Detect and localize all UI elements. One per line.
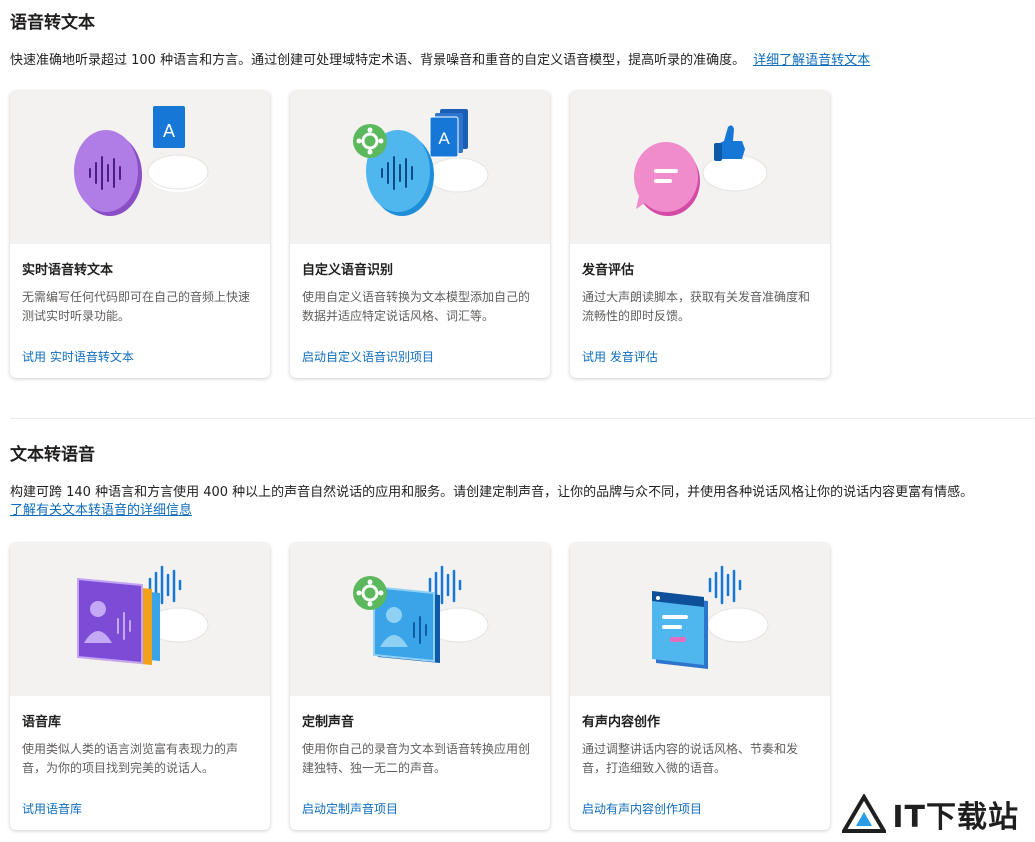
section-title: 语音转文本 (10, 13, 95, 33)
card-image (290, 543, 550, 696)
card-link[interactable]: 启动定制声音项目 (302, 800, 398, 817)
card-link[interactable]: 试用 实时语音转文本 (22, 348, 134, 365)
voice-gallery-icon (77, 565, 209, 665)
section-description: 快速准确地听录超过 100 种语言和方言。通过创建可处理域特定术语、背景噪音和重… (10, 52, 870, 70)
microphone-text-icon: A (74, 106, 209, 216)
card-title: 自定义语音识别 (302, 263, 394, 278)
card-image: A (10, 91, 270, 244)
svg-text:A: A (438, 129, 450, 148)
card-list: A 实时语音转文本 无需编写任何代码即可在自己的音频上快速测试实时听录功能。 试… (10, 91, 830, 378)
card-title: 语音库 (22, 715, 62, 730)
card-description: 通过大声朗读脚本，获取有关发音准确度和流畅性的即时反馈。 (582, 290, 811, 323)
card-link[interactable]: 启动有声内容创作项目 (582, 800, 702, 817)
watermark-text: IT下载站 (892, 800, 1019, 835)
card-image (570, 91, 830, 244)
card-description: 使用自定义语音转换为文本模型添加自己的数据并适应特定说话风格、词汇等。 (302, 290, 531, 323)
description-text: 快速准确地听录超过 100 种语言和方言。通过创建可处理域特定术语、背景噪音和重… (10, 53, 746, 68)
card-custom-voice[interactable]: 定制声音 使用你自己的录音为文本到语音转换应用创建独特、独一无二的声音。 启动定… (290, 543, 550, 830)
card-title: 有声内容创作 (582, 715, 661, 730)
audio-content-icon (652, 565, 769, 669)
card-link[interactable]: 试用语音库 (22, 800, 82, 817)
custom-voice-icon (353, 565, 489, 663)
card-custom-speech[interactable]: A 自定义语音识别 使用自定义语音转换为文本模型添加自己的数据并适应特定说话风格… (290, 91, 550, 378)
card-real-time-speech[interactable]: A 实时语音转文本 无需编写任何代码即可在自己的音频上快速测试实时听录功能。 试… (10, 91, 270, 378)
card-image: A (290, 91, 550, 244)
card-pronunciation[interactable]: 发音评估 通过大声朗读脚本，获取有关发音准确度和流畅性的即时反馈。 试用 发音评… (570, 91, 830, 378)
card-description: 通过调整讲话内容的说话风格、节奏和发音，打造细致入微的语音。 (582, 742, 799, 775)
card-list: 语音库 使用类似人类的语言浏览富有表现力的声音，为你的项目找到完美的说话人。 试… (10, 543, 830, 830)
custom-speech-icon: A (353, 109, 489, 216)
section-divider (10, 418, 1035, 419)
section-title: 文本转语音 (10, 445, 95, 465)
card-description: 使用你自己的录音为文本到语音转换应用创建独特、独一无二的声音。 (302, 742, 531, 775)
description-text: 构建可跨 140 种语言和方言使用 400 种以上的声音自然说话的应用和服务。请… (10, 485, 974, 500)
card-link[interactable]: 启动自定义语音识别项目 (302, 348, 434, 365)
section-description: 构建可跨 140 种语言和方言使用 400 种以上的声音自然说话的应用和服务。请… (10, 484, 973, 520)
card-title: 发音评估 (582, 263, 635, 278)
card-image (10, 543, 270, 696)
card-voice-gallery[interactable]: 语音库 使用类似人类的语言浏览富有表现力的声音，为你的项目找到完美的说话人。 试… (10, 543, 270, 830)
learn-more-link[interactable]: 了解有关文本转语音的详细信息 (10, 503, 192, 518)
svg-text:A: A (163, 121, 175, 141)
watermark-logo-icon (842, 794, 887, 833)
card-description: 使用类似人类的语言浏览富有表现力的声音，为你的项目找到完美的说话人。 (22, 742, 239, 775)
pronunciation-icon (634, 125, 768, 216)
card-description: 无需编写任何代码即可在自己的音频上快速测试实时听录功能。 (22, 290, 251, 323)
learn-more-link[interactable]: 详细了解语音转文本 (753, 53, 870, 68)
card-link[interactable]: 试用 发音评估 (582, 348, 658, 365)
card-title: 实时语音转文本 (22, 263, 114, 278)
card-title: 定制声音 (302, 715, 355, 730)
card-image (570, 543, 830, 696)
card-audio-content[interactable]: 有声内容创作 通过调整讲话内容的说话风格、节奏和发音，打造细致入微的语音。 启动… (570, 543, 830, 830)
watermark: IT下载站 (842, 794, 1019, 835)
